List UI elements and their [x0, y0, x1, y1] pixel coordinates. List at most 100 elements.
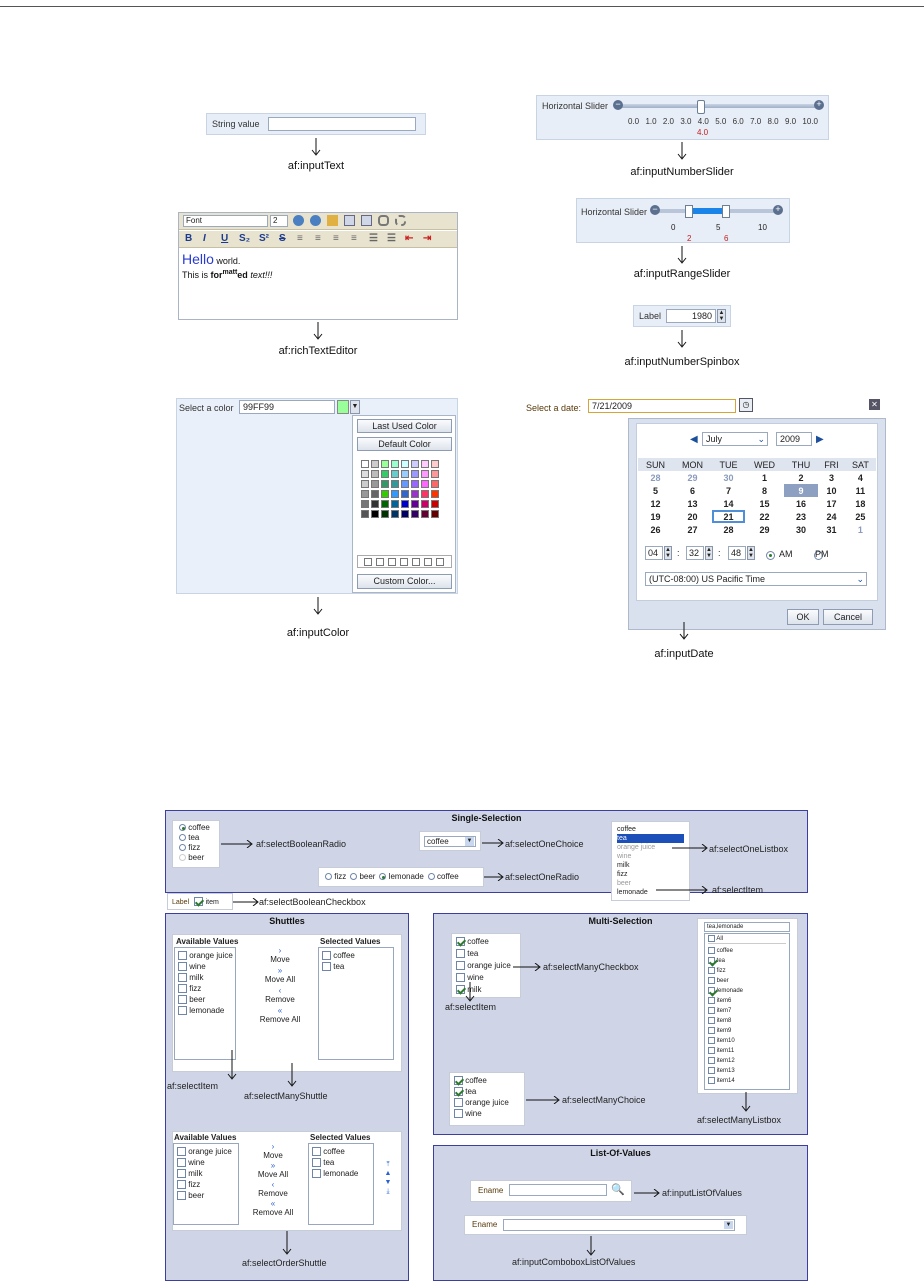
spinbox-buttons[interactable]: ▲ ▼: [717, 309, 726, 323]
color-swatch[interactable]: [411, 490, 419, 498]
timezone-select[interactable]: (UTC-08:00) US Pacific Time ⌄: [645, 572, 867, 586]
move-icon[interactable]: ›: [250, 946, 310, 955]
checkbox[interactable]: [708, 1016, 715, 1024]
color-swatch[interactable]: [361, 490, 369, 498]
color-swatch[interactable]: [381, 480, 389, 488]
checkbox[interactable]: [708, 1056, 715, 1064]
color-swatch[interactable]: [391, 460, 399, 468]
close-icon[interactable]: ✕: [869, 399, 880, 410]
eraser-icon[interactable]: [327, 215, 338, 226]
calendar-day[interactable]: 12: [638, 497, 673, 510]
slider-track[interactable]: [617, 104, 819, 108]
color-swatch[interactable]: [391, 500, 399, 508]
listbox-option[interactable]: item11: [708, 1046, 786, 1056]
checkbox[interactable]: [708, 1046, 715, 1054]
link-icon[interactable]: [378, 215, 389, 226]
checkbox[interactable]: [178, 951, 187, 961]
color-swatch[interactable]: [391, 470, 399, 478]
date-field[interactable]: 7/21/2009: [588, 399, 736, 413]
checkbox[interactable]: [178, 1006, 187, 1016]
move-up-icon[interactable]: ▲: [383, 1169, 393, 1178]
color-swatch[interactable]: [431, 500, 439, 508]
checkbox[interactable]: [177, 1169, 186, 1179]
color-swatch[interactable]: [421, 470, 429, 478]
checkbox[interactable]: [708, 986, 715, 994]
listbox-option[interactable]: tea: [617, 834, 684, 843]
checkbox[interactable]: [177, 1180, 186, 1190]
listbox-option[interactable]: milk: [617, 861, 684, 870]
many-listbox-list[interactable]: All coffee tea fizz beer lemonade item6 …: [704, 933, 790, 1090]
color-swatch[interactable]: [421, 480, 429, 488]
color-swatch[interactable]: [361, 480, 369, 488]
color-swatch[interactable]: [401, 470, 409, 478]
color-swatch[interactable]: [361, 470, 369, 478]
selected-list[interactable]: coffee tea: [318, 947, 394, 1060]
color-swatch[interactable]: [371, 500, 379, 508]
checkbox[interactable]: [454, 1087, 463, 1097]
shuttle-option[interactable]: milk: [178, 972, 232, 983]
calendar-day[interactable]: 29: [745, 523, 784, 536]
color-swatch[interactable]: [411, 480, 419, 488]
remove-icon[interactable]: ‹: [250, 986, 310, 995]
checkbox[interactable]: [708, 935, 715, 942]
remove-all-label[interactable]: Remove All: [250, 1015, 310, 1024]
bg-color-icon[interactable]: [361, 215, 372, 226]
bold-icon[interactable]: B: [185, 233, 197, 245]
shuttle-option[interactable]: lemonade: [178, 1005, 232, 1016]
calendar-day[interactable]: 30: [712, 471, 745, 484]
checkbox[interactable]: [177, 1191, 186, 1201]
text-color-icon[interactable]: [344, 215, 355, 226]
radio-button[interactable]: [179, 854, 186, 862]
checkbox[interactable]: [708, 956, 715, 964]
color-swatch[interactable]: [411, 500, 419, 508]
color-swatch[interactable]: [431, 480, 439, 488]
calendar-day[interactable]: 29: [673, 471, 712, 484]
am-radio[interactable]: [766, 550, 775, 560]
empty-swatch[interactable]: [400, 558, 408, 566]
order-remove-all-label[interactable]: Remove All: [243, 1208, 303, 1217]
order-remove-label[interactable]: Remove: [243, 1189, 303, 1198]
choice-option[interactable]: tea: [454, 1086, 520, 1097]
checkbox[interactable]: [322, 951, 331, 961]
calendar-day[interactable]: 28: [638, 471, 673, 484]
available-list[interactable]: orange juice wine milk fizz beer lemonad…: [174, 947, 236, 1060]
radio-button[interactable]: [179, 844, 186, 852]
unlink-icon[interactable]: [395, 215, 406, 226]
checkbox[interactable]: [454, 1098, 463, 1108]
color-swatch[interactable]: [411, 470, 419, 478]
calendar-day[interactable]: 10: [818, 484, 845, 497]
calendar-day[interactable]: 30: [784, 523, 818, 536]
color-swatch[interactable]: [401, 490, 409, 498]
listbox-option[interactable]: wine: [617, 852, 684, 861]
align-center-icon[interactable]: ≡: [315, 233, 327, 245]
listbox-option[interactable]: coffee: [708, 946, 786, 956]
checkbox[interactable]: [177, 1147, 186, 1157]
radio-button[interactable]: [427, 873, 435, 881]
listbox-option[interactable]: item14: [708, 1076, 786, 1086]
move-top-icon[interactable]: ⤒: [383, 1160, 393, 1169]
calendar-day[interactable]: 2: [784, 471, 818, 484]
checkbox[interactable]: [708, 976, 715, 984]
color-swatch[interactable]: [381, 460, 389, 468]
color-swatch[interactable]: [391, 480, 399, 488]
color-grid[interactable]: [360, 459, 450, 519]
color-swatch[interactable]: [371, 460, 379, 468]
color-swatch[interactable]: [381, 510, 389, 518]
shuttle-option[interactable]: fizz: [177, 1179, 235, 1190]
remove-all-icon[interactable]: «: [250, 1006, 310, 1015]
calendar-day[interactable]: 17: [818, 497, 845, 510]
shuttle-option[interactable]: tea: [322, 961, 390, 972]
order-available-list[interactable]: orange juice wine milk fizz beer: [173, 1143, 239, 1225]
minute-field[interactable]: 32: [686, 546, 704, 560]
listbox-option[interactable]: item6: [708, 996, 786, 1006]
move-all-icon[interactable]: »: [250, 966, 310, 975]
checkbox[interactable]: [456, 937, 465, 947]
underline-icon[interactable]: U: [221, 233, 233, 245]
range-high-thumb[interactable]: [722, 205, 730, 218]
remove-all-icon[interactable]: «: [243, 1199, 303, 1208]
color-swatch[interactable]: [401, 500, 409, 508]
checkbox[interactable]: [312, 1169, 321, 1179]
calendar-day[interactable]: 24: [818, 510, 845, 523]
color-swatch[interactable]: [371, 510, 379, 518]
radio-option[interactable]: beer: [179, 853, 213, 863]
